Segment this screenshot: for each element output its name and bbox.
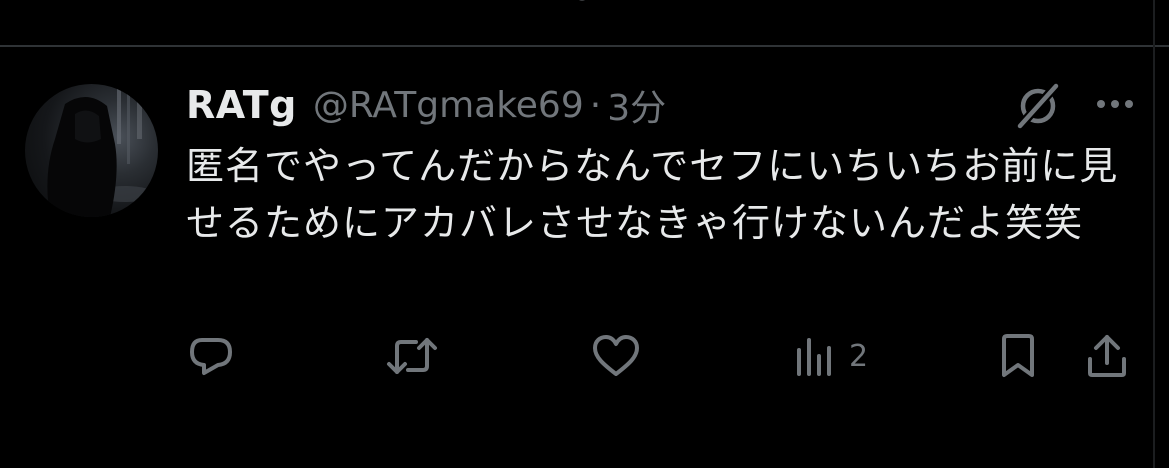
retweet-icon [387, 338, 437, 374]
tweet-divider [0, 45, 1169, 47]
display-name[interactable]: RATg [186, 83, 297, 127]
tweet-header: RATg @RATgmake69 · 3分 [186, 80, 666, 130]
retweet-button[interactable] [386, 334, 438, 378]
prev-views-icon[interactable] [823, 0, 853, 8]
tweet-text: 匿名でやってんだからなんでセフにいちいちお前に見せるためにアカバレさせなきゃ行け… [186, 144, 1119, 245]
bookmark-icon [1002, 334, 1034, 377]
prev-share-icon[interactable] [1088, 0, 1118, 8]
user-handle[interactable]: @RATgmake69 [313, 85, 584, 126]
share-icon [1088, 335, 1126, 377]
avatar-photo-icon [47, 84, 155, 217]
views-count: 2 [849, 338, 869, 374]
views-button[interactable]: 2 [795, 334, 868, 378]
like-button[interactable] [591, 334, 641, 378]
views-icon [797, 338, 831, 376]
reply-button[interactable] [188, 334, 234, 378]
tweet-timestamp[interactable]: 3分 [607, 79, 666, 131]
bookmark-button[interactable] [998, 334, 1038, 378]
reply-icon [190, 338, 232, 375]
header-separator: · [589, 84, 602, 126]
avatar[interactable] [25, 84, 158, 217]
share-button[interactable] [1085, 334, 1129, 378]
grok-icon[interactable] [1014, 82, 1062, 130]
prev-retweet-icon[interactable] [303, 0, 333, 8]
heart-icon [593, 335, 639, 376]
more-icon[interactable] [1093, 90, 1137, 118]
prev-like-icon[interactable] [567, 0, 597, 8]
scroll-edge [1153, 0, 1155, 468]
